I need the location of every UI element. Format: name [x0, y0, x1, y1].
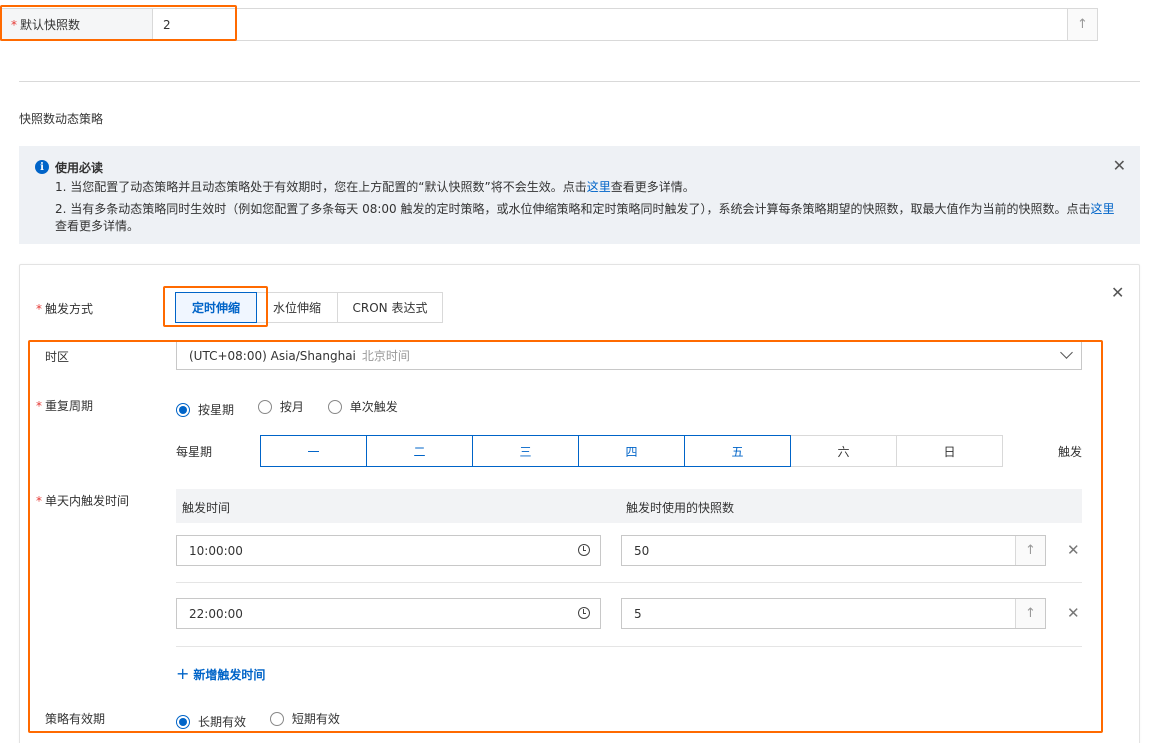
- day-tue[interactable]: 二: [366, 435, 473, 467]
- notice-box: i 使用必读 ✕ 1. 当您配置了动态策略并且动态策略处于有效期时，您在上方配置…: [19, 146, 1140, 244]
- close-icon[interactable]: ✕: [1113, 156, 1126, 175]
- up-arrow-icon[interactable]: ↑: [1015, 599, 1045, 628]
- day-fri[interactable]: 五: [684, 435, 791, 467]
- timezone-label: 时区: [45, 350, 70, 364]
- trigger-time-input[interactable]: 10:00:00: [176, 535, 601, 566]
- day-thu[interactable]: 四: [578, 435, 685, 467]
- info-icon: i: [35, 160, 49, 174]
- tab-watermark-scaling[interactable]: 水位伸缩: [256, 292, 338, 323]
- default-snapshots-input[interactable]: 2: [152, 9, 1067, 40]
- up-arrow-icon[interactable]: ↑: [1015, 536, 1045, 565]
- trigger-suffix: 触发: [1058, 445, 1083, 459]
- section-title: 快照数动态策略: [19, 112, 104, 126]
- validity-label: 策略有效期: [45, 712, 106, 726]
- day-sun[interactable]: 日: [896, 435, 1003, 467]
- repeat-cycle-options: 按星期 按月 单次触发: [176, 398, 418, 418]
- day-wed[interactable]: 三: [472, 435, 579, 467]
- section-divider: [19, 81, 1140, 82]
- notice-title: 使用必读: [55, 161, 104, 175]
- notice-line-2: 2. 当有多条动态策略同时生效时（例如您配置了多条每天 08:00 触发的定时策…: [55, 202, 1115, 233]
- repeat-cycle-label: * 重复周期: [36, 399, 94, 413]
- notice-line-1: 1. 当您配置了动态策略并且动态策略处于有效期时，您在上方配置的“默认快照数”将…: [55, 180, 695, 194]
- weekday-label: 每星期: [176, 445, 213, 459]
- plus-icon: +: [176, 664, 190, 683]
- trigger-time-input[interactable]: 22:00:00: [176, 598, 601, 629]
- tab-cron-expression[interactable]: CRON 表达式: [337, 292, 443, 323]
- radio-monthly[interactable]: 按月: [257, 398, 304, 415]
- weekday-selector: 一 二 三 四 五 六 日: [260, 435, 1003, 467]
- day-sat[interactable]: 六: [790, 435, 897, 467]
- notice-link-1[interactable]: 这里: [587, 180, 611, 194]
- radio-short-term[interactable]: 短期有效: [269, 710, 340, 727]
- trigger-mode-label: * 触发方式: [36, 302, 94, 316]
- column-trigger-snapshots: 触发时使用的快照数: [626, 501, 735, 515]
- trigger-mode-tabs: 定时伸缩 水位伸缩 CRON 表达式: [175, 292, 443, 323]
- trigger-snapshots-input[interactable]: 5 ↑: [621, 598, 1046, 629]
- radio-weekly[interactable]: 按星期: [176, 401, 234, 418]
- tab-scheduled-scaling[interactable]: 定时伸缩: [175, 292, 257, 323]
- row-divider: [176, 582, 1082, 583]
- column-trigger-time: 触发时间: [182, 501, 231, 515]
- chevron-down-icon: [1060, 346, 1073, 359]
- add-trigger-time-button[interactable]: + 新增触发时间: [176, 664, 265, 683]
- notice-link-2[interactable]: 这里: [1090, 202, 1114, 216]
- radio-long-term[interactable]: 长期有效: [176, 713, 246, 730]
- timezone-select[interactable]: (UTC+08:00) Asia/Shanghai 北京时间: [176, 341, 1082, 370]
- clock-icon: [578, 544, 590, 556]
- default-snapshots-label: * 默认快照数: [0, 8, 152, 41]
- row-divider: [176, 646, 1082, 647]
- close-icon[interactable]: ✕: [1067, 604, 1080, 622]
- trigger-table-header: 触发时间 触发时使用的快照数: [176, 489, 1082, 523]
- daily-trigger-label: * 单天内触发时间: [36, 494, 130, 508]
- up-arrow-icon[interactable]: ↑: [1067, 9, 1097, 40]
- day-mon[interactable]: 一: [260, 435, 367, 467]
- close-icon[interactable]: ✕: [1111, 283, 1124, 302]
- clock-icon: [578, 607, 590, 619]
- close-icon[interactable]: ✕: [1067, 541, 1080, 559]
- validity-options: 长期有效 短期有效: [176, 710, 360, 730]
- radio-once[interactable]: 单次触发: [327, 398, 398, 415]
- trigger-snapshots-input[interactable]: 50 ↑: [621, 535, 1046, 566]
